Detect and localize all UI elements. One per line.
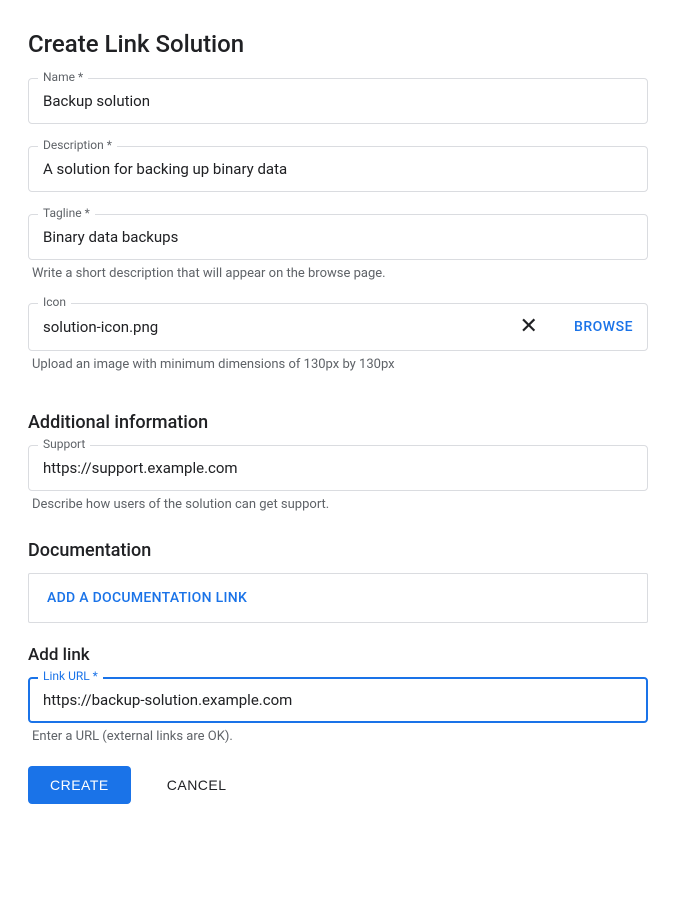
description-value: A solution for backing up binary data (43, 160, 633, 178)
name-field: Name * Backup solution (28, 78, 648, 124)
documentation-heading: Documentation (28, 540, 648, 561)
additional-heading: Additional information (28, 412, 648, 433)
support-helper: Describe how users of the solution can g… (32, 497, 648, 512)
description-field: Description * A solution for backing up … (28, 146, 648, 192)
linkurl-field: Link URL * https://backup-solution.examp… (28, 677, 648, 723)
close-icon[interactable]: ✕ (520, 316, 538, 338)
linkurl-value: https://backup-solution.example.com (43, 691, 633, 709)
form-actions: CREATE CANCEL (28, 766, 648, 804)
create-button[interactable]: CREATE (28, 766, 131, 804)
tagline-value: Binary data backups (43, 228, 633, 246)
tagline-label: Tagline * (38, 206, 95, 220)
support-field: Support https://support.example.com (28, 445, 648, 491)
tagline-helper: Write a short description that will appe… (32, 266, 648, 281)
icon-value: solution-icon.png (43, 318, 502, 336)
add-documentation-button[interactable]: ADD A DOCUMENTATION LINK (28, 573, 648, 623)
name-label: Name * (38, 70, 88, 84)
linkurl-label: Link URL * (38, 669, 103, 683)
icon-input[interactable]: solution-icon.png ✕ BROWSE (28, 303, 648, 351)
support-value: https://support.example.com (43, 459, 633, 477)
tagline-input[interactable]: Binary data backups (28, 214, 648, 260)
name-input[interactable]: Backup solution (28, 78, 648, 124)
addlink-heading: Add link (28, 645, 648, 665)
linkurl-input[interactable]: https://backup-solution.example.com (28, 677, 648, 723)
browse-button[interactable]: BROWSE (574, 319, 633, 335)
linkurl-helper: Enter a URL (external links are OK). (32, 729, 648, 744)
description-input[interactable]: A solution for backing up binary data (28, 146, 648, 192)
icon-label: Icon (38, 295, 71, 309)
page-title: Create Link Solution (28, 30, 648, 58)
icon-helper: Upload an image with minimum dimensions … (32, 357, 648, 372)
icon-field: Icon solution-icon.png ✕ BROWSE (28, 303, 648, 351)
name-value: Backup solution (43, 92, 633, 110)
cancel-button[interactable]: CANCEL (161, 776, 233, 794)
description-label: Description * (38, 138, 117, 152)
tagline-field: Tagline * Binary data backups (28, 214, 648, 260)
support-input[interactable]: https://support.example.com (28, 445, 648, 491)
support-label: Support (38, 437, 90, 451)
